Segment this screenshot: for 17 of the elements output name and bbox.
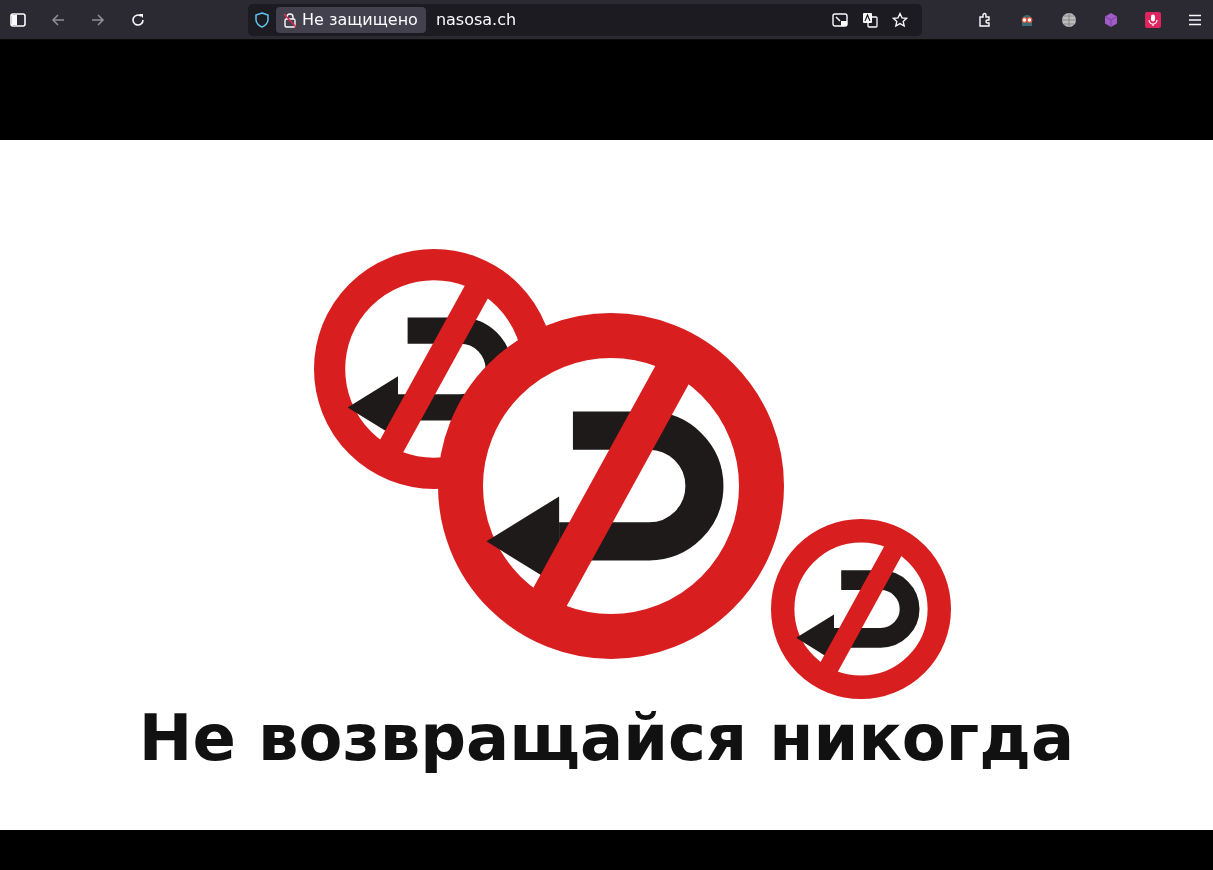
forward-arrow-icon — [90, 11, 106, 28]
page-headline: Не возвращайся никогда — [138, 700, 1075, 776]
security-indicator[interactable]: Не защищено — [276, 6, 426, 33]
picture-in-picture-icon[interactable] — [832, 11, 848, 28]
sidebar-toggle-icon[interactable] — [10, 11, 26, 28]
globe-icon[interactable] — [1061, 11, 1077, 28]
microphone-icon[interactable] — [1145, 11, 1161, 28]
puzzle-icon[interactable] — [977, 11, 993, 28]
back-arrow-icon — [50, 11, 66, 28]
broken-lock-icon — [282, 11, 298, 28]
url-text: nasosa.ch — [435, 10, 518, 29]
reload-icon — [130, 11, 146, 28]
address-bar[interactable]: Не защищено nasosa.ch — [248, 3, 922, 36]
cube-icon[interactable] — [1103, 11, 1119, 28]
shield-icon[interactable] — [254, 11, 270, 28]
star-icon[interactable] — [892, 11, 908, 28]
translate-icon[interactable] — [862, 11, 878, 28]
